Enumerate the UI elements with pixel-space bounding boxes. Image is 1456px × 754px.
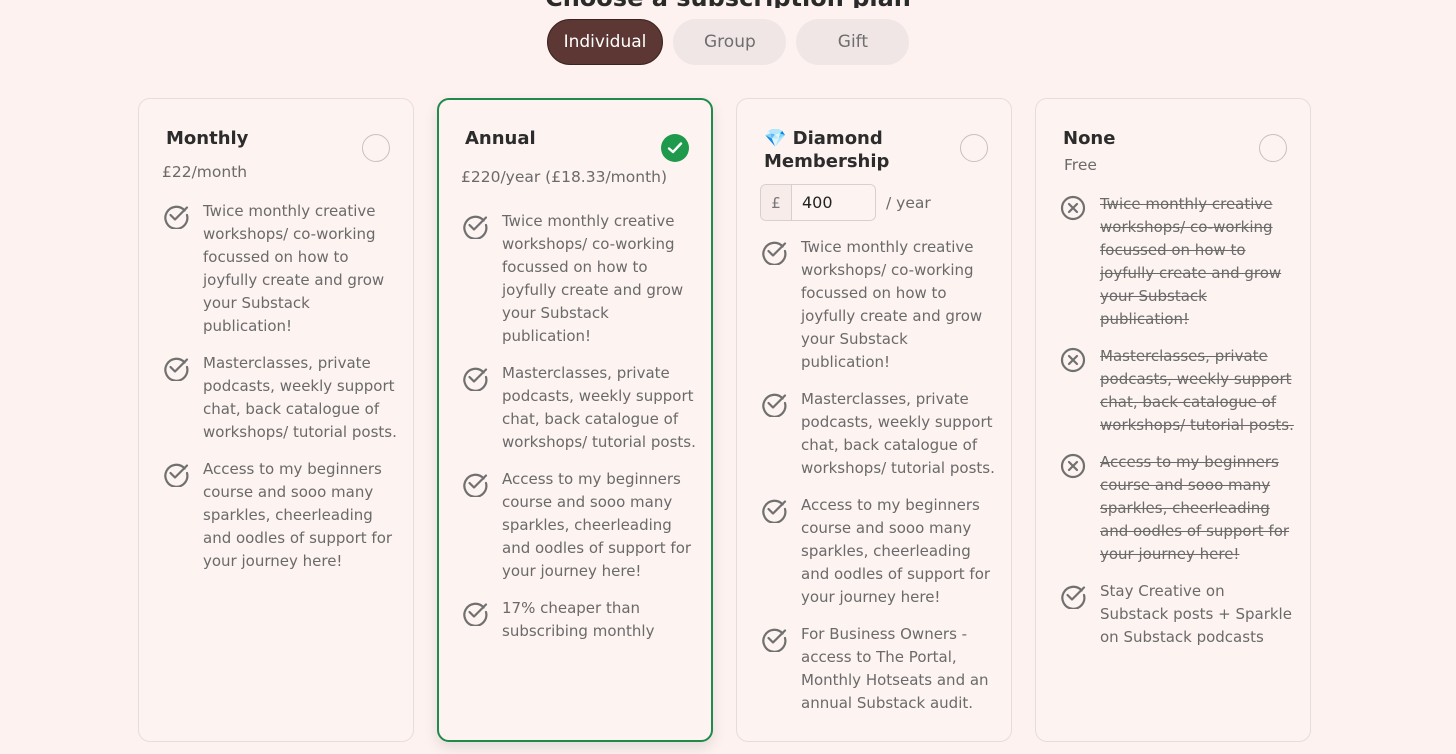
plan-radio[interactable]	[1259, 134, 1287, 162]
check-circle-icon	[461, 363, 489, 392]
tab-group[interactable]: Group	[673, 19, 787, 65]
feature-item: For Business Owners - access to The Port…	[760, 623, 996, 715]
feature-text: Access to my beginners course and sooo m…	[502, 470, 692, 580]
check-circle-icon	[760, 237, 788, 266]
plan-type-tabs: Individual Group Gift	[0, 19, 1456, 65]
plan-radio[interactable]	[362, 134, 390, 162]
x-circle-icon	[1059, 194, 1087, 222]
feature-list: Twice monthly creative workshops/ co-wor…	[1059, 193, 1295, 663]
feature-list: Twice monthly creative workshops/ co-wor…	[461, 210, 697, 657]
feature-list: Twice monthly creative workshops/ co-wor…	[760, 236, 996, 729]
amount-input[interactable]	[792, 185, 875, 220]
plan-price: £220/year (£18.33/month)	[461, 168, 668, 186]
tab-individual[interactable]: Individual	[546, 19, 664, 65]
check-circle-icon	[461, 211, 489, 240]
plan-price: Free	[1064, 156, 1097, 174]
feature-item: 17% cheaper than subscribing monthly	[461, 597, 697, 643]
check-circle-icon	[760, 389, 788, 418]
feature-text: Twice monthly creative workshops/ co-wor…	[1100, 195, 1282, 328]
page-heading-clip: Choose a subscription plan	[0, 0, 1456, 8]
page-heading: Choose a subscription plan	[0, 0, 1456, 8]
feature-text: Masterclasses, private podcasts, weekly …	[203, 354, 397, 441]
checkmark-icon	[667, 142, 683, 154]
feature-item: Access to my beginners course and sooo m…	[461, 468, 697, 583]
feature-text: Masterclasses, private podcasts, weekly …	[502, 364, 696, 451]
plan-card-none[interactable]: None Free Twice monthly creative worksho…	[1035, 98, 1311, 742]
x-circle-icon	[1059, 452, 1087, 480]
feature-text: Twice monthly creative workshops/ co-wor…	[502, 212, 684, 345]
tab-gift[interactable]: Gift	[796, 19, 910, 65]
plan-title: Annual	[465, 128, 536, 149]
plan-title: None	[1063, 128, 1116, 149]
plan-card-diamond[interactable]: 💎 Diamond Membership £ / year Twice mont…	[736, 98, 1012, 742]
check-circle-icon	[162, 201, 190, 230]
amount-row: £ / year	[760, 184, 931, 221]
plan-card-annual[interactable]: Annual £220/year (£18.33/month) Twice mo…	[437, 98, 713, 742]
feature-text: Masterclasses, private podcasts, weekly …	[801, 390, 995, 477]
check-circle-icon	[461, 469, 489, 498]
plan-radio-selected[interactable]	[661, 134, 689, 162]
feature-item: Masterclasses, private podcasts, weekly …	[1059, 345, 1295, 437]
check-circle-icon	[760, 495, 788, 524]
plan-title: Monthly	[166, 128, 249, 149]
feature-item: Twice monthly creative workshops/ co-wor…	[1059, 193, 1295, 331]
feature-text: Masterclasses, private podcasts, weekly …	[1100, 347, 1294, 434]
feature-item: Twice monthly creative workshops/ co-wor…	[162, 200, 398, 338]
feature-text: Access to my beginners course and sooo m…	[1100, 453, 1290, 563]
feature-text: Access to my beginners course and sooo m…	[801, 496, 991, 606]
feature-item: Masterclasses, private podcasts, weekly …	[461, 362, 697, 454]
feature-item: Twice monthly creative workshops/ co-wor…	[760, 236, 996, 374]
feature-list: Twice monthly creative workshops/ co-wor…	[162, 200, 398, 587]
feature-text: 17% cheaper than subscribing monthly	[502, 599, 655, 640]
check-circle-icon	[1059, 581, 1087, 610]
plan-price: £22/month	[162, 163, 248, 181]
currency-symbol: £	[761, 185, 792, 220]
feature-text: Twice monthly creative workshops/ co-wor…	[801, 238, 983, 371]
plan-title: 💎 Diamond Membership	[764, 128, 890, 172]
feature-text: For Business Owners - access to The Port…	[801, 625, 989, 712]
amount-field[interactable]: £	[760, 184, 876, 221]
feature-item: Access to my beginners course and sooo m…	[760, 494, 996, 609]
x-circle-icon	[1059, 346, 1087, 374]
feature-text: Twice monthly creative workshops/ co-wor…	[203, 202, 385, 335]
feature-item: Stay Creative on Substack posts + Sparkl…	[1059, 580, 1295, 649]
feature-text: Access to my beginners course and sooo m…	[203, 460, 393, 570]
feature-item: Twice monthly creative workshops/ co-wor…	[461, 210, 697, 348]
amount-period: / year	[886, 193, 931, 212]
feature-item: Masterclasses, private podcasts, weekly …	[162, 352, 398, 444]
check-circle-icon	[461, 598, 489, 627]
feature-item: Access to my beginners course and sooo m…	[162, 458, 398, 573]
plan-card-monthly[interactable]: Monthly £22/month Twice monthly creative…	[138, 98, 414, 742]
check-circle-icon	[760, 624, 788, 653]
plan-radio[interactable]	[960, 134, 988, 162]
feature-item: Access to my beginners course and sooo m…	[1059, 451, 1295, 566]
feature-item: Masterclasses, private podcasts, weekly …	[760, 388, 996, 480]
feature-text: Stay Creative on Substack posts + Sparkl…	[1100, 582, 1292, 646]
check-circle-icon	[162, 459, 190, 488]
check-circle-icon	[162, 353, 190, 382]
